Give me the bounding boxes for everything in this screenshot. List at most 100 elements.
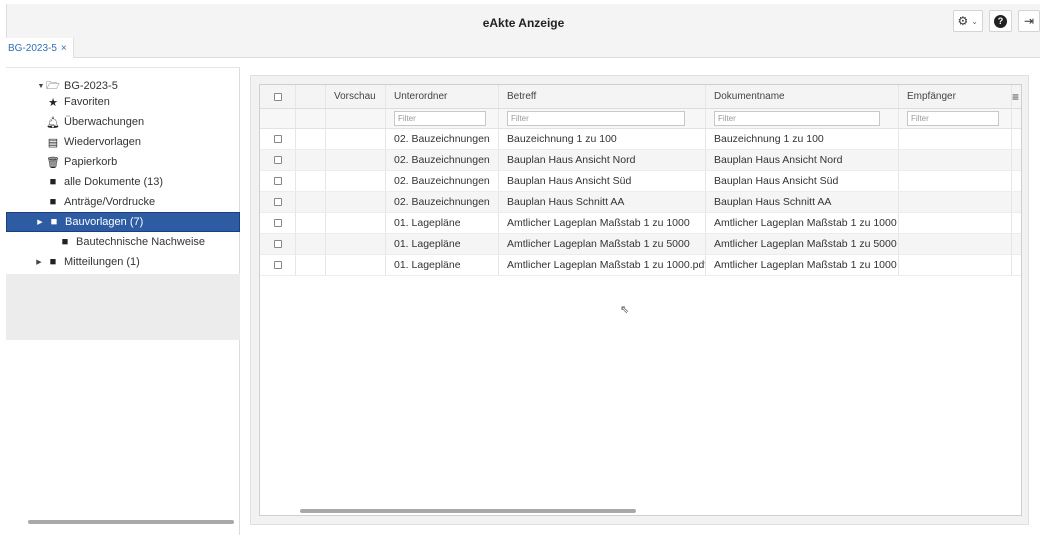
tab-bar: BG-2023-5 × <box>0 38 1040 58</box>
top-actions: ⚙ ⌄ ? ⇥ <box>952 10 1040 32</box>
trash-icon: 🗑︎ <box>46 156 60 169</box>
cell-betreff: Amtlicher Lageplan Maßstab 1 zu 1000 <box>499 213 706 233</box>
grid-filter-row <box>260 109 1021 129</box>
cell-vorschau <box>326 234 386 254</box>
column-header-empfaenger[interactable]: Empfänger <box>899 85 1012 108</box>
help-button[interactable]: ? <box>989 10 1012 32</box>
cell-betreff: Bauplan Haus Schnitt AA <box>499 192 706 212</box>
table-row[interactable]: 02. Bauzeichnungen Bauplan Haus Ansicht … <box>260 171 1021 192</box>
cell-betreff: Bauplan Haus Ansicht Nord <box>499 150 706 170</box>
document-grid: Vorschau Unterordner Betreff Dokumentnam… <box>259 84 1022 516</box>
folder-tree: ▼ 🗁 BG-2023-5 ★ Favoriten 🔔︎ Überwachung… <box>6 76 240 272</box>
folder-icon: ■ <box>50 216 58 228</box>
tree-item-alle-dokumente[interactable]: ■ alle Dokumente (13) <box>6 172 240 192</box>
cell-betreff: Bauzeichnung 1 zu 100 <box>499 129 706 149</box>
tab-akte[interactable]: BG-2023-5 × <box>0 38 74 58</box>
row-checkbox[interactable] <box>273 198 282 206</box>
row-checkbox[interactable] <box>273 219 282 227</box>
tree-item-papierkorb[interactable]: 🗑︎ Papierkorb <box>6 152 240 172</box>
cell-unterordner: 01. Lagepläne <box>386 255 499 275</box>
row-checkbox[interactable] <box>273 177 282 185</box>
close-icon[interactable]: × <box>61 43 67 54</box>
table-row[interactable]: 01. Lagepläne Amtlicher Lageplan Maßstab… <box>260 255 1021 276</box>
logout-icon: ⇥ <box>1023 14 1035 28</box>
table-row[interactable]: 01. Lagepläne Amtlicher Lageplan Maßstab… <box>260 234 1021 255</box>
cell-vorschau <box>326 150 386 170</box>
calendar-icon: ▤ <box>47 136 59 149</box>
table-row[interactable]: 02. Bauzeichnungen Bauplan Haus Ansicht … <box>260 150 1021 171</box>
cell-unterordner: 01. Lagepläne <box>386 213 499 233</box>
tree-item-mitteilungen[interactable]: ▶ ■ Mitteilungen (1) <box>6 252 240 272</box>
cell-unterordner: 02. Bauzeichnungen <box>386 171 499 191</box>
expanded-caret-icon[interactable]: ▼ <box>36 83 46 90</box>
collapsed-caret-icon[interactable]: ▶ <box>35 218 45 226</box>
column-header-dokumentname[interactable]: Dokumentname <box>706 85 899 108</box>
title-bar: eAkte Anzeige ⚙ ⌄ ? ⇥ <box>6 4 1040 38</box>
column-header-betreff[interactable]: Betreff <box>499 85 706 108</box>
tree-item-ueberwachungen[interactable]: 🔔︎ Überwachungen <box>6 112 240 132</box>
cell-empfaenger <box>899 255 1012 275</box>
column-header-unterordner[interactable]: Unterordner <box>386 85 499 108</box>
row-checkbox[interactable] <box>273 261 282 269</box>
tree-item-bauvorlagen[interactable]: ▶ ■ Bauvorlagen (7) <box>6 212 240 232</box>
select-all-checkbox[interactable] <box>273 92 282 101</box>
column-header-empty <box>296 85 326 108</box>
collapsed-caret-icon[interactable]: ▶ <box>34 258 44 266</box>
cell-unterordner: 02. Bauzeichnungen <box>386 192 499 212</box>
table-row[interactable]: 02. Bauzeichnungen Bauzeichnung 1 zu 100… <box>260 129 1021 150</box>
help-icon: ? <box>994 14 1007 28</box>
filter-empfaenger-input[interactable] <box>907 111 999 126</box>
tree-item-bautechnische-nachweise[interactable]: ■ Bautechnische Nachweise <box>6 232 240 252</box>
folder-tree-panel: ▼ 🗁 BG-2023-5 ★ Favoriten 🔔︎ Überwachung… <box>6 67 240 535</box>
filter-betreff-input[interactable] <box>507 111 686 126</box>
tree-horizontal-scrollbar[interactable] <box>28 520 234 524</box>
document-grid-panel: Vorschau Unterordner Betreff Dokumentnam… <box>250 75 1029 525</box>
grid-header-row: Vorschau Unterordner Betreff Dokumentnam… <box>260 85 1021 109</box>
cell-empfaenger <box>899 171 1012 191</box>
select-all-checkbox-cell[interactable] <box>260 85 296 108</box>
cell-dokumentname: Bauplan Haus Schnitt AA <box>706 192 899 212</box>
gear-icon: ⚙ <box>957 14 969 28</box>
mouse-cursor-icon: ⇖ <box>620 304 630 316</box>
cell-empfaenger <box>899 150 1012 170</box>
logout-button[interactable]: ⇥ <box>1018 10 1040 32</box>
tree-empty-area <box>6 274 240 340</box>
row-checkbox[interactable] <box>273 135 282 143</box>
chevron-down-icon: ⌄ <box>971 16 978 26</box>
settings-menu-button[interactable]: ⚙ ⌄ <box>952 10 983 32</box>
cell-vorschau <box>326 129 386 149</box>
folder-icon: ■ <box>49 196 57 208</box>
cell-empfaenger <box>899 234 1012 254</box>
folder-icon: ■ <box>61 236 69 248</box>
cell-vorschau <box>326 171 386 191</box>
filter-unterordner-input[interactable] <box>394 111 486 126</box>
cell-dokumentname: Amtlicher Lageplan Maßstab 1 zu 5000 <box>706 234 899 254</box>
cell-vorschau <box>326 255 386 275</box>
column-header-vorschau[interactable]: Vorschau <box>326 85 386 108</box>
cell-empfaenger <box>899 213 1012 233</box>
row-checkbox[interactable] <box>273 240 282 248</box>
cell-betreff: Bauplan Haus Ansicht Süd <box>499 171 706 191</box>
folder-open-icon: 🗁 <box>46 79 60 92</box>
cell-unterordner: 01. Lagepläne <box>386 234 499 254</box>
cell-dokumentname: Bauzeichnung 1 zu 100 <box>706 129 899 149</box>
tree-item-favoriten[interactable]: ★ Favoriten <box>6 92 240 112</box>
cell-betreff: Amtlicher Lageplan Maßstab 1 zu 5000 <box>499 234 706 254</box>
folder-icon: ■ <box>49 176 57 188</box>
column-menu-icon[interactable]: ≡ <box>1012 90 1019 104</box>
row-checkbox[interactable] <box>273 156 282 164</box>
table-row[interactable]: 02. Bauzeichnungen Bauplan Haus Schnitt … <box>260 192 1021 213</box>
cell-betreff: Amtlicher Lageplan Maßstab 1 zu 1000.pdf <box>499 255 706 275</box>
filter-dokumentname-input[interactable] <box>714 111 880 126</box>
grid-horizontal-scrollbar[interactable] <box>300 509 636 513</box>
cell-unterordner: 02. Bauzeichnungen <box>386 129 499 149</box>
cell-vorschau <box>326 213 386 233</box>
table-row[interactable]: 01. Lagepläne Amtlicher Lageplan Maßstab… <box>260 213 1021 234</box>
star-icon: ★ <box>48 96 58 109</box>
tree-item-antraege[interactable]: ■ Anträge/Vordrucke <box>6 192 240 212</box>
cell-dokumentname: Bauplan Haus Ansicht Süd <box>706 171 899 191</box>
app-title: eAkte Anzeige <box>482 16 565 30</box>
tree-item-wiedervorlagen[interactable]: ▤ Wiedervorlagen <box>6 132 240 152</box>
cell-vorschau <box>326 192 386 212</box>
cell-dokumentname: Amtlicher Lageplan Maßstab 1 zu 1000 <box>706 255 899 275</box>
